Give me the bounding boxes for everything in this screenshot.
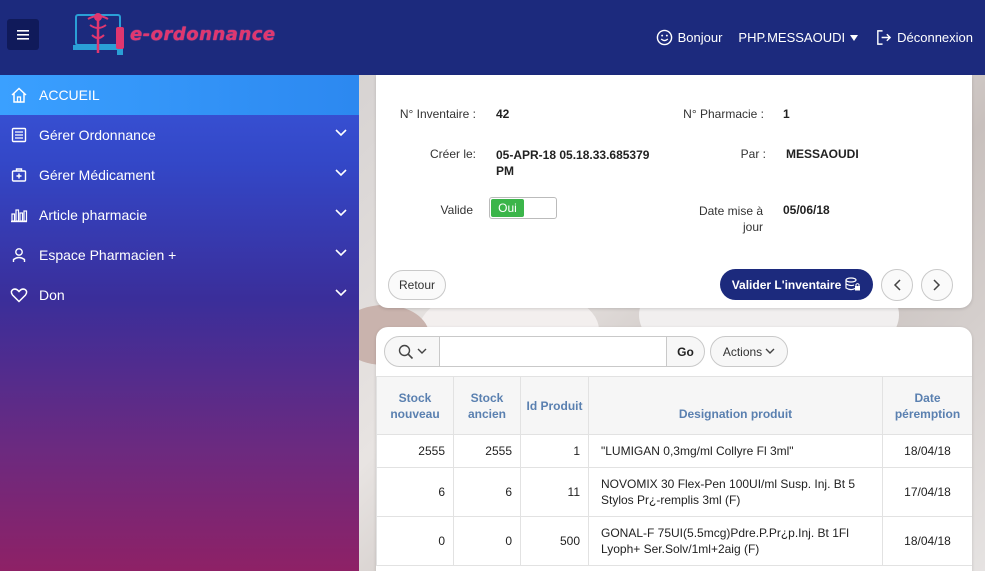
valider-label: Valider L'inventaire [731, 277, 842, 292]
inventory-details-card: N° Inventaire : 42 N° Pharmacie : 1 Crée… [376, 75, 972, 308]
sidebar-item-espace-pharmacien[interactable]: Espace Pharmacien + [0, 235, 359, 275]
sidebar-item-label: Gérer Ordonnance [39, 127, 156, 143]
caret-down-icon [850, 34, 859, 41]
inventaire-label: N° Inventaire : [399, 107, 476, 121]
inventory-report-card: Go Actions Stock nouveau Stock ancien Id… [376, 327, 972, 571]
chevron-down-icon [335, 129, 347, 137]
sidebar: ACCUEIL Gérer Ordonnance Gérer Médicamen… [0, 75, 359, 571]
table-header-row: Stock nouveau Stock ancien Id Produit De… [376, 376, 972, 435]
next-button[interactable] [921, 269, 953, 301]
table-row: 0 0 500 GONAL-F 75UI(5.5mcg)Pdre.P.Pr¿p.… [376, 516, 972, 566]
valide-label: Valide [440, 203, 473, 217]
logout-link[interactable]: Déconnexion [875, 29, 973, 46]
cell-stock-ancien: 6 [453, 467, 521, 517]
search-icon [398, 344, 413, 359]
sidebar-item-don[interactable]: Don [0, 275, 359, 315]
greeting: Bonjour [656, 29, 723, 46]
sidebar-item-label: Article pharmacie [39, 207, 148, 223]
go-button[interactable]: Go [666, 336, 705, 367]
app-logo[interactable]: e-ordonnance [72, 8, 307, 60]
top-bar: e-ordonnance Bonjour PHP.MESSAOUDI Décon… [0, 0, 985, 75]
user-icon [10, 246, 28, 264]
sidebar-item-gerer-medicament[interactable]: Gérer Médicament [0, 155, 359, 195]
list-icon [10, 126, 28, 144]
heart-icon [10, 286, 28, 304]
database-lock-icon [845, 277, 861, 291]
previous-button[interactable] [881, 269, 913, 301]
smiley-icon [656, 29, 672, 46]
cell-stock-ancien: 0 [453, 516, 521, 566]
cree-value: 05-APR-18 05.18.33.685379 PM [496, 148, 650, 178]
cell-id-produit: 500 [520, 516, 589, 566]
medical-case-icon [10, 166, 28, 184]
chevron-down-icon [417, 348, 426, 354]
par-value: MESSAOUDI [786, 147, 859, 161]
valide-toggle[interactable]: Oui [489, 197, 557, 219]
menu-toggle-button[interactable] [7, 19, 39, 50]
retour-button[interactable]: Retour [388, 270, 446, 300]
sidebar-item-label: Gérer Médicament [39, 167, 155, 183]
table-row: 2555 2555 1 "LUMIGAN 0,3mg/ml Collyre Fl… [376, 434, 972, 468]
user-name: PHP.MESSAOUDI [738, 30, 846, 45]
actions-label: Actions [722, 344, 763, 359]
hamburger-icon [17, 29, 29, 40]
chevron-down-icon [335, 249, 347, 257]
sidebar-item-label: Don [39, 287, 65, 303]
date-maj-label: Date mise à jour [698, 204, 763, 234]
cell-designation: "LUMIGAN 0,3mg/ml Collyre Fl 3ml" [588, 434, 883, 468]
chart-icon [10, 206, 28, 224]
inventory-table: Stock nouveau Stock ancien Id Produit De… [376, 376, 972, 566]
col-header-stock-nouveau[interactable]: Stock nouveau [376, 376, 454, 435]
col-header-designation[interactable]: Designation produit [588, 376, 883, 435]
chevron-down-icon [335, 209, 347, 217]
date-maj-value: 05/06/18 [783, 203, 830, 217]
cell-date-peremption: 18/04/18 [882, 434, 972, 468]
par-label: Par : [740, 147, 766, 161]
cell-date-peremption: 18/04/18 [882, 516, 972, 566]
inventaire-value: 42 [496, 107, 510, 121]
col-header-date-peremption[interactable]: Date péremption [882, 376, 972, 435]
chevron-right-icon [933, 279, 941, 291]
pharmacie-value: 1 [783, 107, 790, 121]
sidebar-item-label: ACCUEIL [39, 87, 100, 103]
cell-designation: NOVOMIX 30 Flex-Pen 100UI/ml Susp. Inj. … [588, 467, 883, 517]
user-menu[interactable]: PHP.MESSAOUDI [738, 30, 859, 45]
toggle-on-label: Oui [491, 199, 524, 217]
home-icon [10, 86, 28, 104]
logout-icon [877, 30, 892, 45]
caduceus-logo-icon [72, 9, 134, 59]
cell-stock-nouveau: 2555 [376, 434, 454, 468]
search-input[interactable] [439, 336, 667, 367]
cell-id-produit: 1 [520, 434, 589, 468]
col-header-id-produit[interactable]: Id Produit [520, 376, 589, 435]
logout-label: Déconnexion [897, 30, 973, 45]
chevron-left-icon [893, 279, 901, 291]
col-header-stock-ancien[interactable]: Stock ancien [453, 376, 521, 435]
sidebar-item-article-pharmacie[interactable]: Article pharmacie [0, 195, 359, 235]
cell-stock-nouveau: 6 [376, 467, 454, 517]
cell-designation: GONAL-F 75UI(5.5mcg)Pdre.P.Pr¿p.Inj. Bt … [588, 516, 883, 566]
actions-menu-button[interactable]: Actions [710, 336, 788, 367]
cree-label: Créer le: [429, 147, 476, 161]
sidebar-item-accueil[interactable]: ACCUEIL [0, 75, 359, 115]
pharmacie-label: N° Pharmacie : [683, 107, 764, 121]
greeting-text: Bonjour [677, 30, 723, 45]
chevron-down-icon [335, 289, 347, 297]
sidebar-item-label: Espace Pharmacien + [39, 247, 177, 263]
table-row: 6 6 11 NOVOMIX 30 Flex-Pen 100UI/ml Susp… [376, 467, 972, 517]
cell-stock-ancien: 2555 [453, 434, 521, 468]
valider-inventaire-button[interactable]: Valider L'inventaire [720, 269, 873, 300]
cell-date-peremption: 17/04/18 [882, 467, 972, 517]
chevron-down-icon [335, 169, 347, 177]
chevron-down-icon [765, 348, 775, 354]
search-column-button[interactable] [384, 336, 440, 367]
app-name: e-ordonnance [130, 23, 276, 45]
sidebar-item-gerer-ordonnance[interactable]: Gérer Ordonnance [0, 115, 359, 155]
cell-id-produit: 11 [520, 467, 589, 517]
cell-stock-nouveau: 0 [376, 516, 454, 566]
